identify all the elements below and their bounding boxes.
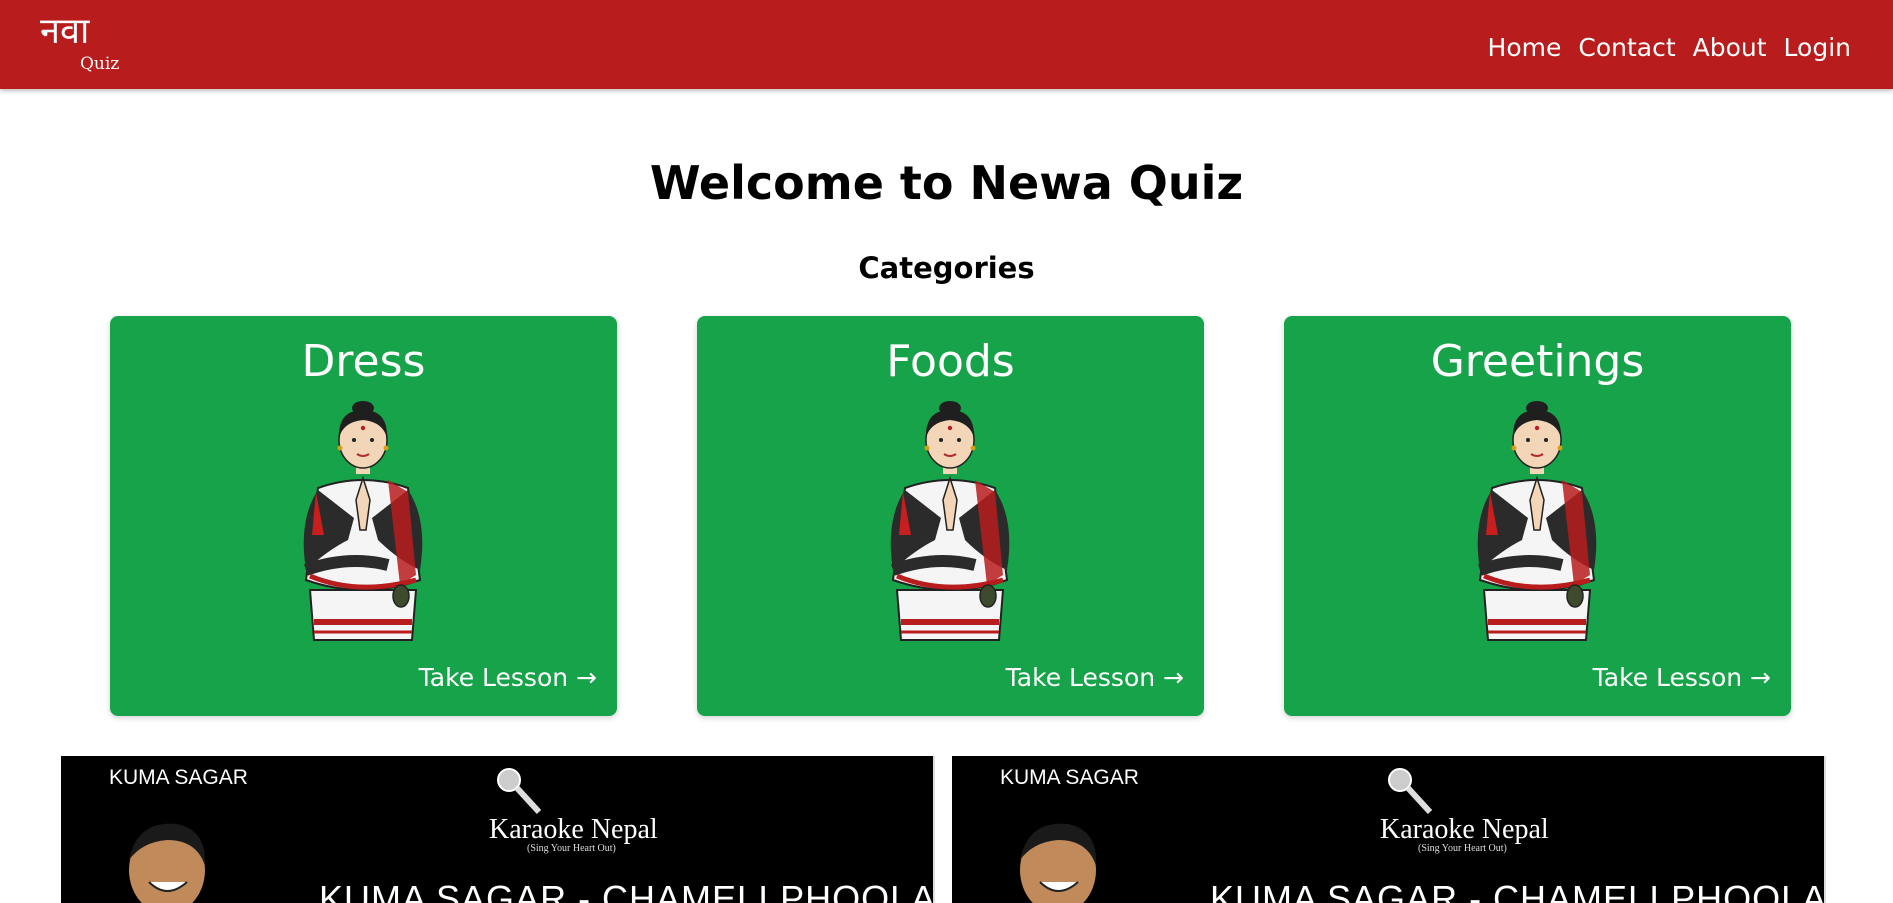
- video-brand-label: Karaoke Nepal: [1380, 814, 1549, 845]
- category-card-dress[interactable]: Dress Take Lesson →: [110, 316, 617, 716]
- video-song-title: KUMA SAGAR - CHAMELI PHOOLA: [1210, 878, 1826, 903]
- namaste-girl-illustration: [1462, 400, 1612, 644]
- take-lesson-link[interactable]: Take Lesson →: [1006, 663, 1184, 693]
- nav-link-home[interactable]: Home: [1488, 33, 1562, 63]
- microphone-icon: [1388, 768, 1433, 815]
- category-card-foods[interactable]: Foods Take Lesson →: [697, 316, 1204, 716]
- category-title: Foods: [886, 336, 1015, 387]
- video-brand-label: Karaoke Nepal: [489, 814, 658, 845]
- logo-subtext: Quiz: [80, 54, 120, 74]
- nav-link-about[interactable]: About: [1693, 33, 1767, 63]
- video-song-title: KUMA SAGAR - CHAMELI PHOOLA: [319, 878, 935, 903]
- video-embed[interactable]: KUMA SAGAR Karaoke Nepal (Sing Your Hear…: [952, 756, 1826, 903]
- navbar: नवा Quiz Home Contact About Login: [0, 0, 1893, 89]
- nav-links: Home Contact About Login: [1488, 33, 1851, 63]
- nav-link-login[interactable]: Login: [1784, 33, 1851, 63]
- categories-heading: Categories: [858, 251, 1035, 285]
- category-title: Greetings: [1430, 336, 1645, 387]
- singer-thumbnail: [129, 823, 206, 903]
- namaste-girl-illustration: [875, 400, 1025, 644]
- category-title: Dress: [301, 336, 426, 387]
- video-artist-label: KUMA SAGAR: [1000, 766, 1139, 789]
- video-tagline: (Sing Your Heart Out): [527, 843, 616, 854]
- page-title: Welcome to Newa Quiz: [649, 156, 1244, 210]
- take-lesson-link[interactable]: Take Lesson →: [419, 663, 597, 693]
- video-tagline: (Sing Your Heart Out): [1418, 843, 1507, 854]
- logo[interactable]: नवा Quiz: [40, 14, 130, 78]
- microphone-icon: [497, 768, 542, 815]
- logo-text: नवा: [40, 11, 90, 52]
- nav-link-contact[interactable]: Contact: [1578, 33, 1675, 63]
- take-lesson-link[interactable]: Take Lesson →: [1593, 663, 1771, 693]
- singer-thumbnail: [1020, 823, 1097, 903]
- category-card-greetings[interactable]: Greetings Take Lesson →: [1284, 316, 1791, 716]
- namaste-girl-illustration: [288, 400, 438, 644]
- video-artist-label: KUMA SAGAR: [109, 766, 248, 789]
- video-embed[interactable]: KUMA SAGAR Karaoke Nepal (Sing Your Hear…: [61, 756, 935, 903]
